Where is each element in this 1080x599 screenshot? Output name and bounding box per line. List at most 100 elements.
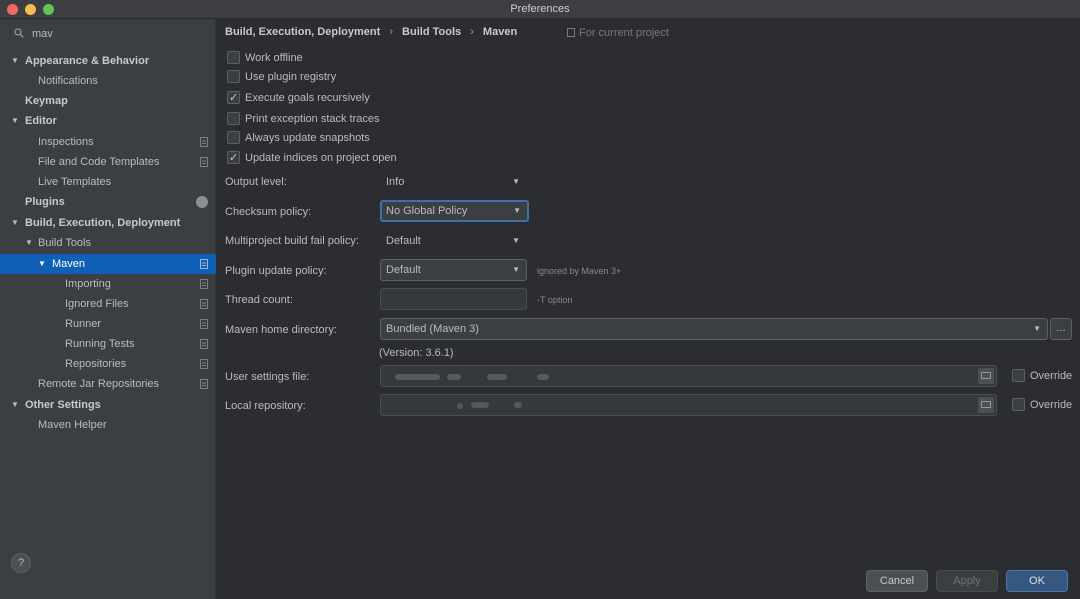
sidebar-item-repositories[interactable]: Repositories bbox=[0, 354, 216, 374]
sidebar-item-label: Running Tests bbox=[65, 338, 135, 350]
sidebar-item-live-templates[interactable]: Live Templates bbox=[0, 172, 216, 192]
project-scope-icon bbox=[200, 157, 208, 167]
expand-arrow-icon[interactable]: ▼ bbox=[11, 111, 21, 131]
sidebar-item-remote-jar-repositories[interactable]: Remote Jar Repositories bbox=[0, 374, 216, 394]
breadcrumb-item: Maven bbox=[482, 26, 518, 38]
maven-home-value: Bundled (Maven 3) bbox=[386, 323, 479, 335]
execute-goals-recursively-checkbox[interactable] bbox=[227, 89, 240, 107]
print-exception-stack-traces-checkbox[interactable] bbox=[227, 112, 240, 125]
always-update-snapshots-checkbox[interactable] bbox=[227, 131, 240, 144]
sidebar-item-maven-helper[interactable]: Maven Helper bbox=[0, 415, 216, 435]
help-button[interactable]: ? bbox=[11, 553, 31, 573]
sidebar-item-appearance-behavior[interactable]: ▼ Appearance & Behavior bbox=[0, 51, 216, 71]
sidebar-item-label: Editor bbox=[25, 115, 57, 127]
ok-button[interactable]: OK bbox=[1006, 570, 1068, 592]
sidebar-item-keymap[interactable]: Keymap bbox=[0, 91, 216, 111]
sidebar-item-running-tests[interactable]: Running Tests bbox=[0, 334, 216, 354]
sidebar-item-runner[interactable]: Runner bbox=[0, 314, 216, 334]
local-repository-override-checkbox[interactable] bbox=[1012, 398, 1025, 411]
sidebar-item-maven[interactable]: ▼ Maven bbox=[0, 254, 216, 274]
search-input[interactable]: mav bbox=[32, 28, 53, 40]
local-repository-label: Local repository: bbox=[225, 400, 306, 412]
project-scope-icon bbox=[200, 279, 208, 289]
settings-search[interactable]: mav bbox=[0, 25, 216, 45]
update-indices-checkbox[interactable] bbox=[227, 149, 240, 167]
use-plugin-registry-checkbox[interactable] bbox=[227, 70, 240, 83]
sidebar-item-build-tools[interactable]: ▼ Build Tools bbox=[0, 233, 216, 253]
checkbox-label: Update indices on project open bbox=[245, 152, 397, 164]
output-level-value: Info bbox=[386, 176, 405, 188]
sidebar-item-importing[interactable]: Importing bbox=[0, 274, 216, 294]
sidebar-item-label: Inspections bbox=[38, 136, 94, 148]
project-scope-icon bbox=[567, 28, 575, 37]
local-repository-browse-button[interactable] bbox=[978, 397, 994, 413]
project-scope-icon bbox=[200, 299, 208, 309]
plugin-update-policy-select[interactable]: Default ▼ bbox=[380, 259, 527, 281]
thread-count-input[interactable] bbox=[380, 288, 527, 310]
multiproject-fail-policy-value: Default bbox=[386, 235, 421, 247]
project-scope-icon bbox=[200, 137, 208, 147]
sidebar-item-plugins[interactable]: Plugins bbox=[0, 192, 216, 212]
project-scope-icon bbox=[200, 259, 208, 269]
for-project-label: For current project bbox=[579, 27, 669, 39]
sidebar-item-label: File and Code Templates bbox=[38, 156, 160, 168]
sidebar-item-label: Maven Helper bbox=[38, 419, 107, 431]
settings-sidebar: mav ▼ Appearance & Behavior Notification… bbox=[0, 19, 216, 599]
redacted-path bbox=[447, 374, 461, 380]
thread-count-hint: -T option bbox=[537, 295, 573, 305]
multiproject-fail-policy-select[interactable]: Default ▼ bbox=[380, 230, 527, 252]
user-settings-input[interactable] bbox=[380, 365, 997, 387]
window-title: Preferences bbox=[510, 3, 570, 15]
local-repository-input[interactable] bbox=[380, 394, 997, 416]
expand-arrow-icon[interactable]: ▼ bbox=[25, 233, 35, 253]
sidebar-item-label: Repositories bbox=[65, 358, 127, 370]
sidebar-item-ignored-files[interactable]: Ignored Files bbox=[0, 294, 216, 314]
sidebar-item-label: Runner bbox=[65, 318, 102, 330]
checkbox-label: Override bbox=[1030, 370, 1073, 382]
output-level-select[interactable]: Info ▼ bbox=[380, 171, 527, 193]
sidebar-item-label: Other Settings bbox=[25, 399, 101, 411]
plugin-update-policy-value: Default bbox=[386, 264, 421, 276]
expand-arrow-icon[interactable]: ▼ bbox=[11, 395, 21, 415]
sidebar-item-label: Remote Jar Repositories bbox=[38, 378, 160, 390]
expand-arrow-icon[interactable]: ▼ bbox=[11, 51, 21, 71]
apply-button[interactable]: Apply bbox=[936, 570, 998, 592]
chevron-down-icon: ▼ bbox=[512, 236, 520, 245]
checksum-policy-select[interactable]: No Global Policy ▼ bbox=[380, 200, 529, 222]
chevron-down-icon: ▼ bbox=[512, 177, 520, 186]
sidebar-item-editor[interactable]: ▼ Editor bbox=[0, 111, 216, 131]
sidebar-item-label: Maven bbox=[52, 258, 86, 270]
user-settings-browse-button[interactable] bbox=[978, 368, 994, 384]
sidebar-item-other-settings[interactable]: ▼ Other Settings bbox=[0, 395, 216, 415]
checkbox-label: Work offline bbox=[245, 52, 303, 64]
redacted-path bbox=[514, 402, 522, 408]
title-bar: Preferences bbox=[0, 0, 1080, 19]
cancel-button[interactable]: Cancel bbox=[866, 570, 928, 592]
checkbox-label: Override bbox=[1030, 399, 1073, 411]
checksum-policy-label: Checksum policy: bbox=[225, 206, 312, 218]
sidebar-item-build-execution-deployment[interactable]: ▼ Build, Execution, Deployment bbox=[0, 213, 216, 233]
project-scope-icon bbox=[200, 319, 208, 329]
sidebar-item-notifications[interactable]: Notifications bbox=[0, 71, 216, 91]
expand-arrow-icon[interactable]: ▼ bbox=[38, 254, 48, 274]
maven-home-select[interactable]: Bundled (Maven 3) ▼ bbox=[380, 318, 1048, 340]
sidebar-item-label: Build Tools bbox=[38, 237, 91, 249]
redacted-path bbox=[537, 374, 549, 380]
breadcrumb: Build, Execution, Deployment › Build Too… bbox=[225, 26, 523, 38]
work-offline-checkbox[interactable] bbox=[227, 51, 240, 64]
thread-count-label: Thread count: bbox=[225, 294, 293, 306]
plugins-update-badge bbox=[196, 196, 208, 208]
checkbox-label: Always update snapshots bbox=[245, 132, 370, 144]
maven-home-browse-button[interactable]: ... bbox=[1050, 318, 1072, 340]
search-icon bbox=[14, 28, 24, 38]
plugin-update-policy-label: Plugin update policy: bbox=[225, 265, 327, 277]
folder-icon bbox=[981, 372, 991, 379]
sidebar-item-label: Plugins bbox=[25, 196, 65, 208]
sidebar-item-file-code-templates[interactable]: File and Code Templates bbox=[0, 152, 216, 172]
user-settings-override-checkbox[interactable] bbox=[1012, 369, 1025, 382]
chevron-down-icon: ▼ bbox=[513, 206, 521, 215]
project-scope-icon bbox=[200, 359, 208, 369]
sidebar-item-label: Ignored Files bbox=[65, 298, 129, 310]
sidebar-item-inspections[interactable]: Inspections bbox=[0, 132, 216, 152]
expand-arrow-icon[interactable]: ▼ bbox=[11, 213, 21, 233]
